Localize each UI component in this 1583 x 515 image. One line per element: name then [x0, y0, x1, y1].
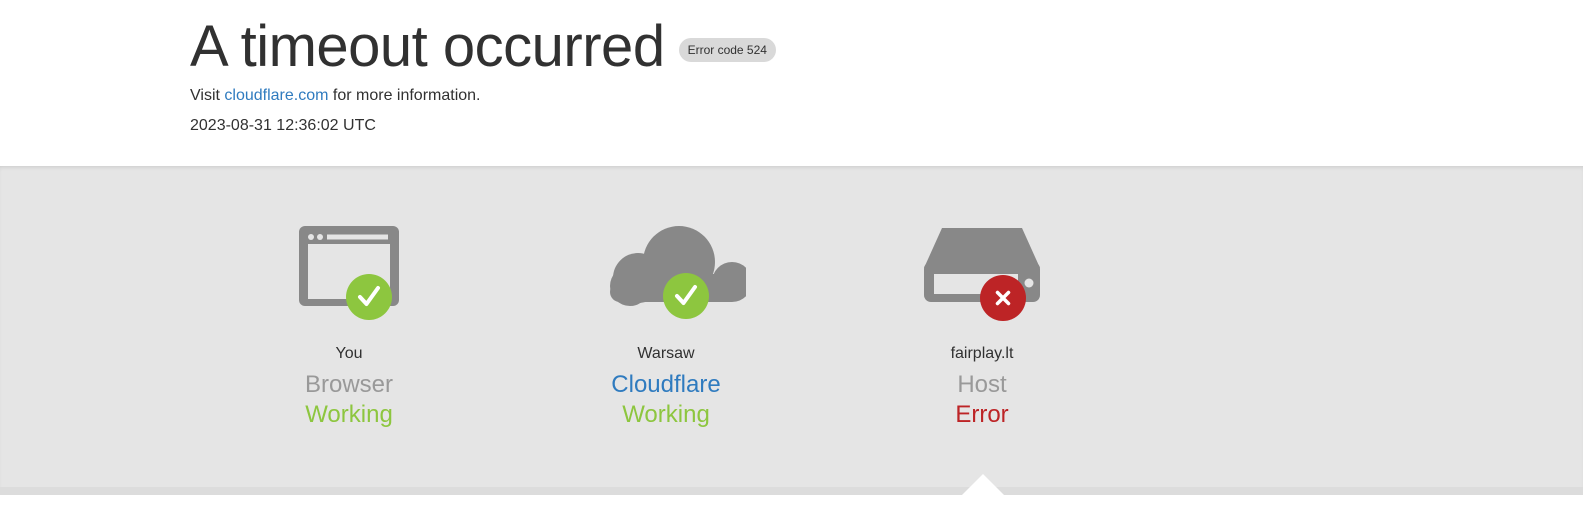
check-icon [663, 273, 709, 319]
server-icon [902, 224, 1062, 324]
page-title: A timeout occurred [190, 14, 665, 79]
close-icon [980, 275, 1026, 321]
node-type: Browser [304, 371, 394, 398]
header: A timeout occurred Error code 524 Visit … [0, 0, 1583, 166]
node-location: You [335, 345, 363, 362]
check-icon [346, 274, 392, 320]
status-band [0, 166, 1583, 495]
node-host: fairplay.lt Host Error [882, 224, 1082, 429]
node-location: fairplay.lt [950, 345, 1014, 362]
visit-suffix: for more information. [332, 87, 481, 104]
node-status: Working [622, 401, 710, 428]
node-cloudflare: Warsaw Cloudflare Working [566, 224, 766, 429]
title-row: A timeout occurred Error code 524 [190, 12, 776, 82]
node-status: Error [955, 401, 1009, 428]
error-code-badge: Error code 524 [678, 38, 776, 62]
cloud-icon [586, 224, 746, 324]
node-type-link[interactable]: Cloudflare [566, 371, 766, 399]
info-line: Visit cloudflare.com for more informatio… [190, 86, 481, 106]
node-type: Host [957, 371, 1007, 398]
browser-icon [269, 224, 429, 324]
node-browser: You Browser Working [249, 224, 449, 429]
cloudflare-link[interactable]: cloudflare.com [224, 87, 328, 104]
visit-prefix: Visit [190, 87, 220, 104]
node-location: Warsaw [637, 345, 695, 362]
timestamp: 2023-08-31 12:36:02 UTC [190, 117, 376, 134]
error-pointer [962, 474, 1004, 495]
band-bottom-strip [0, 487, 1583, 495]
node-status: Working [305, 401, 393, 428]
